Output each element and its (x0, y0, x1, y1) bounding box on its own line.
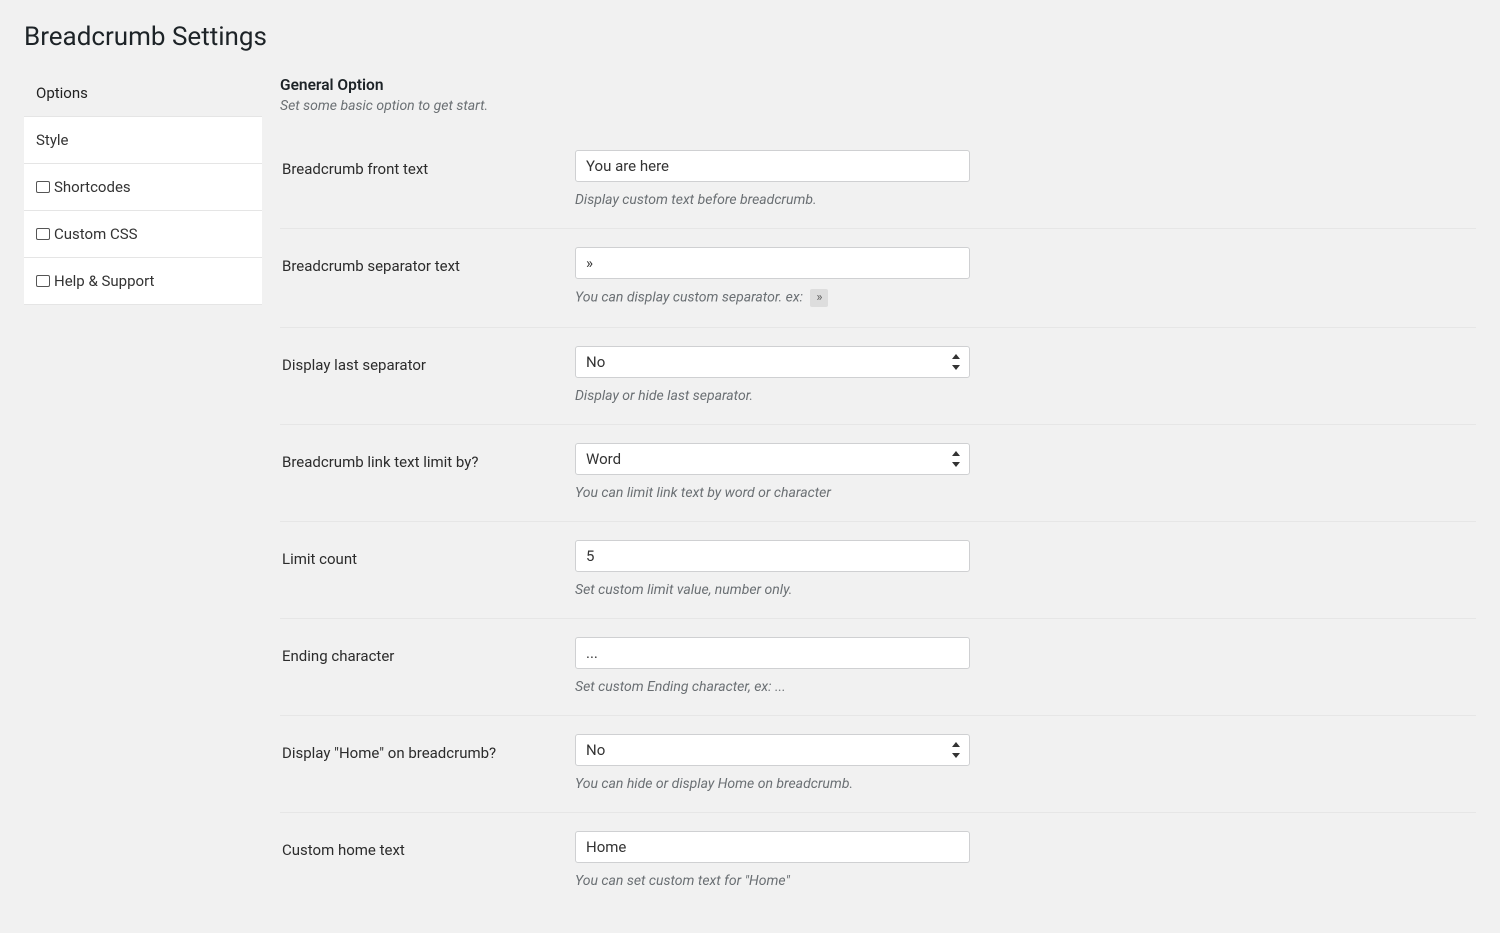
tab-shortcodes-label: Shortcodes (54, 178, 131, 196)
label-limit-by: Breadcrumb link text limit by? (280, 425, 575, 522)
label-limit-count: Limit count (280, 522, 575, 619)
input-separator-text[interactable] (575, 247, 970, 279)
tab-style-label: Style (36, 131, 69, 149)
row-ending-char: Ending character Set custom Ending chara… (280, 619, 1476, 716)
select-display-home[interactable]: No (575, 734, 970, 766)
tab-options[interactable]: Options (24, 70, 262, 116)
help-ending-char: Set custom Ending character, ex: ... (575, 679, 1456, 695)
page-title: Breadcrumb Settings (24, 0, 1476, 70)
tab-help-support[interactable]: Help & Support (24, 257, 262, 305)
settings-panel: General Option Set some basic option to … (262, 70, 1476, 909)
tab-custom-css[interactable]: Custom CSS (24, 210, 262, 257)
section-header: General Option Set some basic option to … (280, 70, 1476, 118)
label-separator-text: Breadcrumb separator text (280, 229, 575, 328)
square-icon (36, 181, 50, 193)
label-last-separator: Display last separator (280, 328, 575, 425)
tab-help-support-label: Help & Support (54, 272, 154, 290)
help-display-home: You can hide or display Home on breadcru… (575, 776, 1456, 792)
section-title: General Option (280, 76, 1476, 94)
sidebar-tabs: Options Style Shortcodes Custom CSS Help… (24, 70, 262, 305)
row-front-text: Breadcrumb front text Display custom tex… (280, 132, 1476, 229)
tab-options-label: Options (36, 84, 88, 102)
row-last-separator: Display last separator No Display or hid… (280, 328, 1476, 425)
input-home-text[interactable] (575, 831, 970, 863)
help-limit-by: You can limit link text by word or chara… (575, 485, 1456, 501)
select-last-separator[interactable]: No (575, 346, 970, 378)
row-limit-by: Breadcrumb link text limit by? Word You … (280, 425, 1476, 522)
label-front-text: Breadcrumb front text (280, 132, 575, 229)
tab-style[interactable]: Style (24, 116, 262, 163)
layout: Options Style Shortcodes Custom CSS Help… (24, 70, 1476, 909)
help-front-text: Display custom text before breadcrumb. (575, 192, 1456, 208)
square-icon (36, 228, 50, 240)
input-front-text[interactable] (575, 150, 970, 182)
form-table: Breadcrumb front text Display custom tex… (280, 132, 1476, 909)
tab-shortcodes[interactable]: Shortcodes (24, 163, 262, 210)
square-icon (36, 275, 50, 287)
row-separator-text: Breadcrumb separator text You can displa… (280, 229, 1476, 328)
tab-custom-css-label: Custom CSS (54, 225, 138, 243)
separator-example-chip: » (810, 289, 828, 307)
help-last-separator: Display or hide last separator. (575, 388, 1456, 404)
row-limit-count: Limit count Set custom limit value, numb… (280, 522, 1476, 619)
row-display-home: Display "Home" on breadcrumb? No You can… (280, 716, 1476, 813)
label-home-text: Custom home text (280, 813, 575, 910)
input-ending-char[interactable] (575, 637, 970, 669)
help-separator-text: You can display custom separator. ex: » (575, 289, 1456, 307)
page-wrapper: Breadcrumb Settings Options Style Shortc… (0, 0, 1500, 933)
help-limit-count: Set custom limit value, number only. (575, 582, 1456, 598)
select-limit-by[interactable]: Word (575, 443, 970, 475)
input-limit-count[interactable] (575, 540, 970, 572)
section-subtitle: Set some basic option to get start. (280, 98, 1476, 114)
row-home-text: Custom home text You can set custom text… (280, 813, 1476, 910)
help-home-text: You can set custom text for "Home" (575, 873, 1456, 889)
label-ending-char: Ending character (280, 619, 575, 716)
label-display-home: Display "Home" on breadcrumb? (280, 716, 575, 813)
